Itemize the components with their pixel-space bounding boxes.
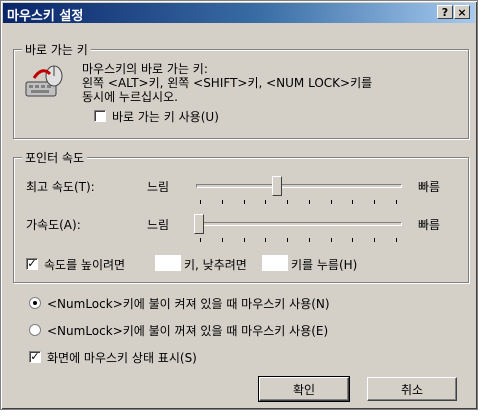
close-button[interactable]: × [454, 5, 470, 19]
acceleration-slider[interactable] [194, 214, 204, 234]
acceleration-slow-label: 느림 [147, 218, 170, 232]
mousekeys-settings-dialog: 마우스키 설정 ? × 바로 가는 키 마우스키의 바로 가는 키: 왼쪽 <A… [0, 0, 478, 410]
top-speed-slider[interactable] [272, 176, 283, 196]
slider-tick [330, 238, 332, 242]
hold-keys-checkbox[interactable]: ✓ [26, 258, 38, 270]
slider-tick [287, 238, 289, 242]
top-speed-ticks [200, 200, 397, 206]
slider-tick [265, 238, 267, 242]
slider-tick [243, 238, 245, 242]
acceleration-fast-label: 빠름 [418, 218, 441, 232]
help-icon: ? [441, 6, 449, 19]
slider-tick [287, 200, 289, 204]
use-shortcut-label[interactable]: 바로 가는 키 사용(U) [112, 108, 219, 125]
numlock-off-label[interactable]: <NumLock>키에 불이 꺼져 있을 때 마우스키 사용(E) [47, 322, 328, 339]
hold-keys-label-c[interactable]: 키를 누름(H) [291, 256, 357, 273]
slider-tick [396, 238, 397, 242]
slider-tick [221, 200, 223, 204]
slow-down-key-box [262, 255, 288, 271]
slider-tick [200, 200, 201, 204]
speed-up-key-box [155, 255, 181, 271]
slider-tick [396, 200, 397, 204]
top-speed-slow-label: 느림 [147, 180, 170, 194]
slider-tick [243, 200, 245, 204]
mouse-keyboard-icon [25, 65, 63, 97]
slider-tick [200, 238, 201, 242]
close-icon: × [457, 6, 467, 19]
shortcut-legend: 바로 가는 키 [22, 41, 91, 58]
help-button[interactable]: ? [437, 5, 453, 19]
ok-button[interactable]: 확인 [258, 376, 350, 402]
numlock-off-radio[interactable] [29, 324, 41, 336]
shortcut-group: 바로 가는 키 마우스키의 바로 가는 키: 왼쪽 <ALT>키, 왼쪽 <SH… [13, 41, 469, 139]
slider-tick [308, 238, 310, 242]
slider-tick [308, 200, 310, 204]
window-title: 마우스키 설정 [7, 9, 84, 24]
check-mark-icon: ✓ [30, 350, 40, 363]
top-speed-fast-label: 빠름 [418, 180, 441, 194]
hold-keys-label-a[interactable]: 속도를 높이려면 [44, 256, 125, 273]
cancel-button[interactable]: 취소 [367, 377, 457, 401]
acceleration-label: 가속도(A): [26, 218, 81, 232]
top-speed-track [196, 184, 402, 188]
check-mark-icon: ✓ [27, 257, 37, 270]
numlock-on-label[interactable]: <NumLock>키에 불이 켜져 있을 때 마우스키 사용(N) [47, 295, 330, 312]
show-status-checkbox[interactable]: ✓ [29, 351, 41, 363]
top-speed-label: 최고 속도(T): [26, 180, 95, 194]
slider-tick [330, 200, 332, 204]
slider-tick [374, 238, 376, 242]
shortcut-line-3: 동시에 누르십시오. [82, 90, 178, 104]
pointer-speed-legend: 포인터 속도 [22, 149, 88, 166]
title-bar[interactable]: 마우스키 설정 ? × [3, 3, 475, 24]
slider-tick [374, 200, 376, 204]
use-shortcut-checkbox[interactable] [94, 110, 106, 122]
acceleration-ticks [200, 238, 397, 244]
acceleration-track [196, 222, 402, 226]
slider-tick [221, 238, 223, 242]
radio-selected-dot [33, 301, 37, 305]
hold-keys-label-b[interactable]: 키, 낮추려면 [184, 256, 247, 273]
slider-tick [352, 200, 354, 204]
numlock-on-radio[interactable] [29, 297, 41, 309]
slider-tick [265, 200, 267, 204]
slider-tick [352, 238, 354, 242]
show-status-label[interactable]: 화면에 마우스키 상태 표시(S) [47, 349, 197, 366]
pointer-speed-group: 포인터 속도 최고 속도(T): 느림 빠름 가속도(A): 느림 빠름 ✓ 속… [13, 149, 469, 283]
